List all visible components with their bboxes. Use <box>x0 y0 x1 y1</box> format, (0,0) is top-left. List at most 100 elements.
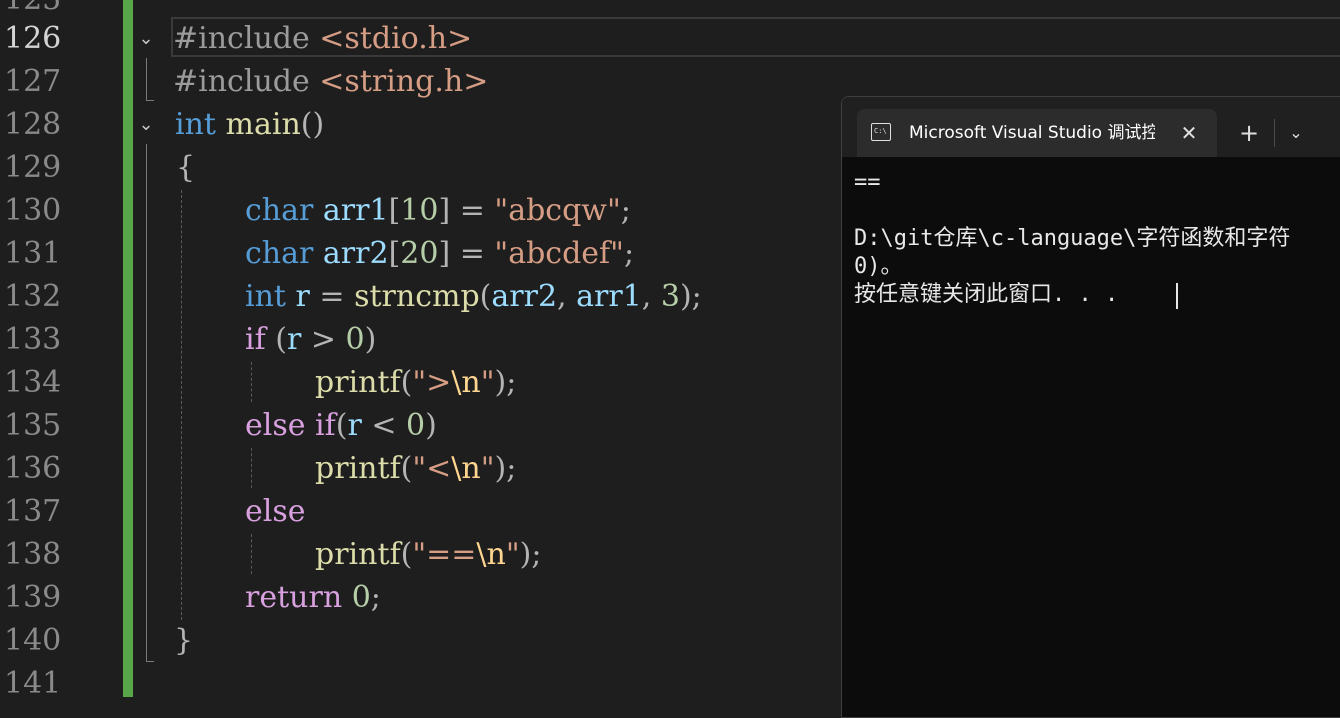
paren-close: ) <box>364 322 377 357</box>
string-literal: "== <box>412 537 477 572</box>
argument: arr1 <box>576 279 642 314</box>
console-output-line: 0)。 <box>854 254 903 279</box>
new-tab-button[interactable]: + <box>1235 119 1263 147</box>
console-output-line: 按任意键关闭此窗口. . . <box>854 282 1119 307</box>
paren-close: ) <box>425 408 437 443</box>
fold-region-line <box>146 58 147 100</box>
bracket: [ <box>388 193 401 228</box>
function-call: strncmp <box>354 279 480 314</box>
include-header: <string.h> <box>319 64 489 99</box>
variable: r <box>295 279 310 314</box>
function-call: printf <box>315 537 401 572</box>
type-keyword: int <box>245 279 286 314</box>
bracket: ] <box>438 236 451 271</box>
argument: arr2 <box>491 279 558 314</box>
paren: ( <box>400 365 413 400</box>
string-literal: "> <box>412 365 452 400</box>
escape-sequence: \n <box>476 537 506 572</box>
operator: = <box>450 236 495 271</box>
chevron-down-icon[interactable]: ⌄ <box>1282 119 1310 147</box>
escape-sequence: \n <box>451 365 481 400</box>
text-cursor <box>1176 283 1178 309</box>
string-literal: "abcdef" <box>494 236 624 271</box>
code-line-127[interactable]: #include <string.h> <box>173 60 488 103</box>
console-tab-title: Microsoft Visual Studio 调试控制台 <box>909 123 1155 143</box>
line-number: 131 <box>4 236 62 271</box>
paren-close: ); <box>494 451 517 486</box>
number: 0 <box>351 580 371 615</box>
line-number: 132 <box>4 279 62 314</box>
parens: () <box>300 107 325 142</box>
code-line-130[interactable]: char arr1[10] = "abcqw"; <box>245 189 631 232</box>
line-number-gutter: 125 126 127 128 129 130 131 132 133 134 … <box>0 0 122 701</box>
collapse-chevron-icon[interactable]: ⌄ <box>136 115 156 135</box>
operator: = <box>450 193 495 228</box>
line-number: 127 <box>4 64 62 99</box>
number: 0 <box>345 322 365 357</box>
fold-region-end <box>146 100 154 101</box>
code-line-132[interactable]: int r = strncmp(arr2, arr1, 3); <box>245 275 702 318</box>
indent-guide <box>251 362 252 402</box>
line-number: 137 <box>4 494 62 529</box>
function-call: printf <box>315 365 401 400</box>
line-number-active: 126 <box>4 21 62 56</box>
line-number: 133 <box>4 322 62 357</box>
control-keyword: else <box>245 494 306 529</box>
tab-separator <box>1274 119 1275 147</box>
string-literal: " <box>505 537 520 572</box>
paren: ( <box>265 322 287 357</box>
line-number: 140 <box>4 623 62 658</box>
code-line-140[interactable]: } <box>174 619 193 662</box>
function-name: main <box>225 107 301 142</box>
variable: r <box>347 408 362 443</box>
type-keyword: char <box>245 236 314 271</box>
string-literal: " <box>480 365 495 400</box>
semicolon: ; <box>623 236 635 271</box>
control-keyword: else if <box>245 408 336 443</box>
line-number: 139 <box>4 580 62 615</box>
number: 20 <box>400 236 439 271</box>
paren-close: ); <box>519 537 542 572</box>
close-tab-icon[interactable]: ✕ <box>1175 119 1203 147</box>
bracket: [ <box>388 236 401 271</box>
code-line-133[interactable]: if (r > 0) <box>245 318 376 361</box>
console-tab[interactable]: C:\ Microsoft Visual Studio 调试控制台 ✕ <box>857 109 1217 157</box>
indent-guide <box>181 190 182 620</box>
preprocessor-directive: #include <box>173 64 310 99</box>
code-line-136[interactable]: printf("<\n"); <box>315 447 516 490</box>
code-line-138[interactable]: printf("==\n"); <box>315 533 541 576</box>
function-call: printf <box>315 451 401 486</box>
control-keyword: return <box>245 580 343 615</box>
paren: ( <box>400 537 413 572</box>
code-line-128[interactable]: int main() <box>175 103 324 146</box>
string-literal: " <box>480 451 495 486</box>
close-brace: } <box>174 623 194 658</box>
indent-guide <box>251 534 252 574</box>
code-line-134[interactable]: printf(">\n"); <box>315 361 516 404</box>
collapse-chevron-icon[interactable]: ⌄ <box>136 29 156 49</box>
line-number: 129 <box>4 150 62 185</box>
number: 3 <box>660 279 680 314</box>
code-line-126[interactable]: #include <stdio.h> <box>173 17 472 60</box>
semicolon: ; <box>620 193 631 228</box>
debug-console-window[interactable]: C:\ Microsoft Visual Studio 调试控制台 ✕ + ⌄ … <box>841 96 1340 718</box>
console-titlebar[interactable]: C:\ Microsoft Visual Studio 调试控制台 ✕ + ⌄ <box>842 97 1340 157</box>
line-number: 138 <box>4 537 62 572</box>
indent-guide <box>251 448 252 488</box>
code-line-129[interactable]: { <box>176 146 195 189</box>
code-line-139[interactable]: return 0; <box>245 576 381 619</box>
string-literal: "abcqw" <box>494 193 621 228</box>
escape-sequence: \n <box>451 451 481 486</box>
variable: arr2 <box>322 236 389 271</box>
code-line-135[interactable]: else if(r < 0) <box>245 404 437 447</box>
code-line-131[interactable]: char arr2[20] = "abcdef"; <box>245 232 634 275</box>
type-keyword: char <box>245 193 314 228</box>
string-literal: "< <box>412 451 452 486</box>
semicolon: ; <box>370 580 381 615</box>
operator: = <box>309 279 355 314</box>
change-tracking-bar <box>123 0 133 697</box>
code-line-137[interactable]: else <box>245 490 306 533</box>
type-keyword: int <box>175 107 216 142</box>
line-number: 128 <box>4 107 62 142</box>
console-output-line: D:\git仓库\c-language\字符函数和字符 <box>854 226 1291 251</box>
